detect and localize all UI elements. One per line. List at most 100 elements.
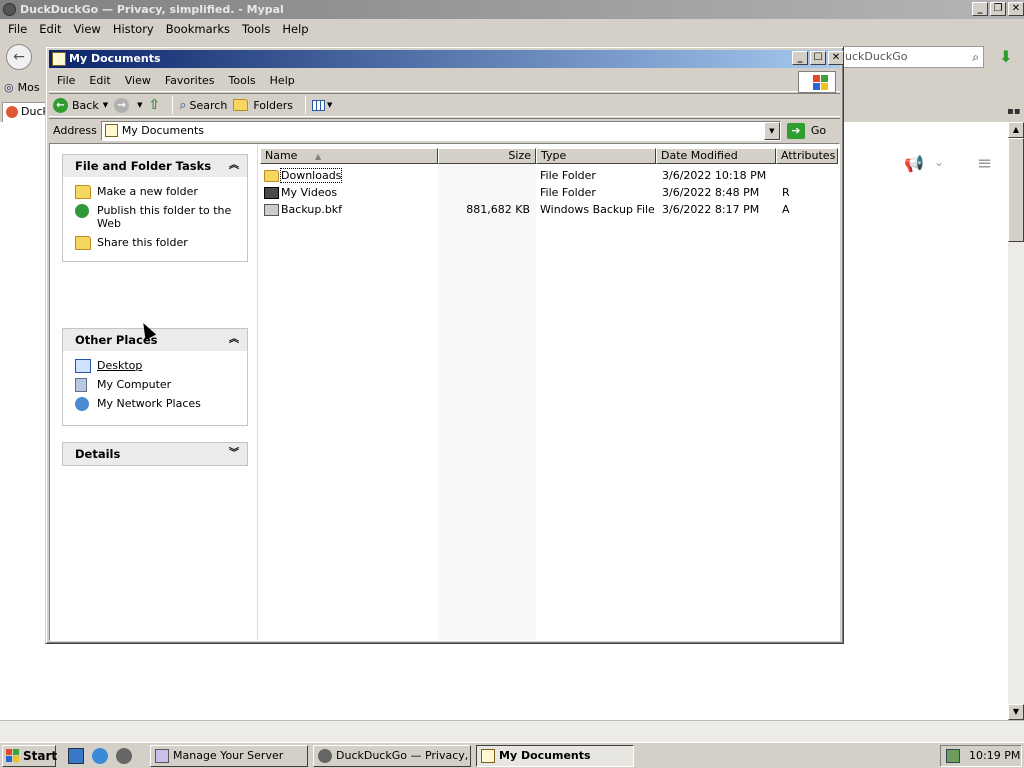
taskbar-button-my-documents[interactable]: My Documents [476, 745, 634, 767]
browser-menu-edit[interactable]: Edit [39, 22, 61, 36]
share-folder-link[interactable]: Share this folder [63, 236, 247, 250]
collapse-icon[interactable]: ︽ [229, 155, 239, 177]
taskbar-button-label: DuckDuckGo — Privacy, ... [336, 749, 471, 762]
details-header[interactable]: Details ︾ [63, 443, 247, 465]
browser-menu-history[interactable]: History [113, 22, 154, 36]
backup-file-icon [264, 204, 279, 216]
file-size [438, 184, 536, 201]
browser-close-button[interactable]: ✕ [1008, 2, 1024, 16]
bookmark-item[interactable]: Mos [18, 81, 40, 94]
taskbar-button-label: My Documents [499, 749, 591, 762]
explorer-menu-file[interactable]: File [57, 74, 75, 87]
folder-icon [264, 170, 279, 182]
views-icon [312, 99, 326, 111]
explorer-close-button[interactable]: ✕ [828, 51, 844, 65]
browser-maximize-button[interactable]: ❐ [990, 2, 1006, 16]
browser-menu-tools[interactable]: Tools [242, 22, 270, 36]
make-new-folder-link[interactable]: Make a new folder [63, 185, 247, 199]
clock[interactable]: 10:19 PM [969, 749, 1020, 762]
browser-menu-bookmarks[interactable]: Bookmarks [166, 22, 230, 36]
desktop-link[interactable]: Desktop [63, 359, 247, 373]
file-folder-tasks-header[interactable]: File and Folder Tasks ︽ [63, 155, 247, 177]
column-header-size[interactable]: Size [438, 148, 536, 164]
chevron-down-icon[interactable]: ⌄ [934, 155, 944, 169]
address-dropdown-button[interactable]: ▼ [763, 121, 780, 140]
file-attributes: A [782, 203, 790, 216]
file-row-downloads[interactable]: Downloads File Folder 3/6/2022 10:18 PM [260, 167, 838, 184]
taskbar-button-manage-server[interactable]: Manage Your Server [150, 745, 308, 767]
publish-folder-link[interactable]: Publish this folder to the Web [63, 204, 247, 230]
my-computer-link[interactable]: My Computer [63, 378, 247, 392]
explorer-maximize-button[interactable]: ☐ [810, 51, 826, 65]
video-folder-icon [264, 187, 279, 199]
column-header-type[interactable]: Type [536, 148, 656, 164]
address-input[interactable]: My Documents ▼ [100, 120, 781, 141]
mypal-quicklaunch-icon[interactable] [116, 748, 132, 764]
explorer-menu-help[interactable]: Help [270, 74, 295, 87]
taskbar-button-duckduckgo[interactable]: DuckDuckGo — Privacy, ... [313, 745, 471, 767]
explorer-menu-view[interactable]: View [125, 74, 151, 87]
search-icon[interactable]: ⌕ [972, 47, 979, 67]
show-desktop-icon[interactable] [68, 748, 84, 764]
forward-arrow-icon: → [114, 97, 130, 113]
network-tray-icon[interactable] [946, 749, 960, 763]
column-header-date-modified[interactable]: Date Modified [656, 148, 776, 164]
internet-explorer-icon[interactable] [92, 748, 108, 764]
download-arrow-icon[interactable]: ⬇ [994, 46, 1018, 68]
expand-icon[interactable]: ︾ [229, 443, 239, 465]
manage-server-icon [155, 749, 169, 763]
publish-folder-label: Publish this folder to the Web [97, 204, 232, 230]
column-header-name[interactable]: Name ▲ [260, 148, 438, 164]
new-folder-icon [75, 185, 91, 199]
explorer-minimize-button[interactable]: _ [792, 51, 808, 65]
forward-button[interactable]: → ▼ [114, 94, 143, 116]
folders-button[interactable]: Folders [233, 94, 293, 116]
scroll-thumb[interactable] [1008, 138, 1024, 242]
back-label: Back [72, 98, 99, 112]
views-button[interactable]: ▼ [312, 94, 332, 116]
file-name: Backup.bkf [281, 203, 343, 216]
taskbar: Start Manage Your Server DuckDuckGo — Pr… [0, 742, 1024, 768]
browser-menu-file[interactable]: File [8, 22, 27, 36]
address-value: My Documents [121, 123, 205, 137]
explorer-menu-favorites[interactable]: Favorites [165, 74, 215, 87]
address-label: Address [53, 124, 97, 137]
up-folder-button[interactable]: ⇧ [149, 94, 161, 116]
back-dropdown-icon[interactable]: ▼ [103, 101, 108, 109]
go-button[interactable]: ➔ Go [786, 122, 826, 139]
browser-menu-view[interactable]: View [74, 22, 101, 36]
browser-menu-help[interactable]: Help [282, 22, 308, 36]
my-network-places-link[interactable]: My Network Places [63, 397, 247, 411]
explorer-title-bar[interactable]: My Documents _ ☐ ✕ [49, 50, 844, 68]
my-documents-icon [52, 52, 66, 66]
column-header-attributes[interactable]: Attributes [776, 148, 838, 164]
address-bar: Address My Documents ▼ ➔ Go [49, 118, 840, 142]
explorer-menu-tools[interactable]: Tools [229, 74, 256, 87]
file-row-my-videos[interactable]: My Videos File Folder 3/6/2022 8:48 PM R [260, 184, 838, 201]
browser-scrollbar[interactable]: ▲ ▼ [1008, 122, 1024, 720]
my-computer-label: My Computer [97, 378, 172, 391]
file-type: Windows Backup File [540, 203, 655, 216]
scroll-down-button[interactable]: ▼ [1008, 704, 1024, 720]
start-button[interactable]: Start [2, 745, 57, 767]
tab-overflow-icon[interactable]: ▪▪ [1007, 106, 1021, 117]
back-button[interactable]: ← Back ▼ [53, 94, 108, 116]
browser-back-button[interactable]: ← [6, 44, 32, 70]
megaphone-icon[interactable]: 📢 [904, 154, 924, 173]
my-documents-icon [481, 749, 495, 763]
forward-dropdown-icon[interactable]: ▼ [137, 101, 142, 109]
task-pane: File and Folder Tasks ︽ Make a new folde… [50, 144, 258, 640]
network-places-icon [75, 397, 89, 411]
file-date: 3/6/2022 10:18 PM [662, 169, 767, 182]
browser-minimize-button[interactable]: _ [972, 2, 988, 16]
collapse-icon[interactable]: ︽ [229, 329, 239, 351]
browser-search-input[interactable]: uckDuckGo ⌕ [842, 46, 984, 68]
explorer-menu-edit[interactable]: Edit [89, 74, 110, 87]
browser-status-bar [0, 720, 1024, 742]
file-row-backup[interactable]: Backup.bkf 881,682 KB Windows Backup Fil… [260, 201, 838, 218]
views-dropdown-icon[interactable]: ▼ [327, 101, 332, 109]
hamburger-menu-icon[interactable]: ≡ [977, 153, 992, 174]
scroll-up-button[interactable]: ▲ [1008, 122, 1024, 138]
search-button[interactable]: ⌕ Search [179, 94, 227, 116]
other-places-panel: Other Places ︽ Desktop My Computer My Ne… [62, 328, 248, 426]
